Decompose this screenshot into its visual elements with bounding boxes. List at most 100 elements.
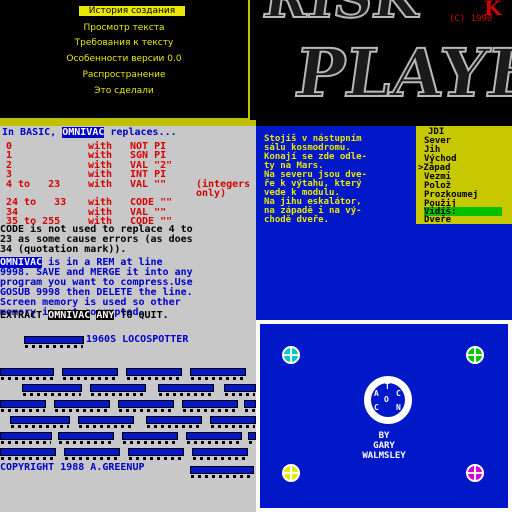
- corner-medallion-magenta-icon: [466, 464, 484, 482]
- train-car: [122, 432, 178, 444]
- train-car: [0, 448, 56, 460]
- train-car: [0, 368, 54, 380]
- train-wheels: [63, 377, 117, 380]
- train-wheels: [191, 377, 245, 380]
- train-wheels: [225, 393, 255, 396]
- train-row: [0, 448, 256, 460]
- row-with: with: [88, 178, 113, 190]
- train-wheels: [25, 345, 83, 348]
- train-wheels: [187, 441, 241, 444]
- train-wheels: [1, 441, 51, 444]
- train-wheels: [59, 441, 113, 444]
- title-card-panel: T A C O C N BY GARY WALMSLEY: [256, 320, 512, 512]
- train-car: [58, 432, 114, 444]
- emblem-letter-c: C: [396, 389, 401, 398]
- train-wheels: [211, 425, 255, 428]
- corner-medallion-yellow-icon: [282, 464, 300, 482]
- train-wheels: [159, 393, 213, 396]
- train-row: [0, 368, 256, 380]
- train-wheels: [1, 409, 45, 412]
- train-car: [190, 466, 254, 478]
- menu-item-features[interactable]: Особенности версии 0.0: [0, 54, 248, 64]
- logo-word-player: PLAYER: [290, 33, 512, 113]
- menu-item-credits[interactable]: Это сделали: [0, 86, 248, 96]
- desc-line-9: chodě dveře.: [264, 215, 330, 225]
- menu-item-history[interactable]: История создания: [79, 6, 185, 16]
- emblem-icon: T A C O C N: [364, 376, 412, 424]
- omnivac-help-panel: In BASIC, OMNIVAC replaces... 0 with NOT P…: [0, 126, 256, 320]
- code-note-line-3: 34 (quotation mark)).: [0, 244, 127, 255]
- train-car: [62, 368, 118, 380]
- train-wheels: [1, 457, 55, 460]
- omnivac-label: OMNIVAC: [62, 127, 105, 138]
- train-car: [126, 368, 182, 380]
- intro-text-a: In BASIC,: [2, 127, 63, 138]
- train-wheels: [55, 409, 109, 412]
- train-car: [128, 448, 184, 460]
- logo-word-risk: RISK: [259, 0, 426, 31]
- train-row: [0, 416, 256, 428]
- train-car: [54, 400, 110, 412]
- menu-item-distribution[interactable]: Распространение: [0, 70, 248, 80]
- author-last-name: WALMSLEY: [362, 451, 406, 461]
- train-car: [248, 432, 256, 444]
- emblem-letter-c2: C: [374, 403, 379, 412]
- emblem-letter-a: A: [374, 389, 379, 398]
- train-wheels: [11, 425, 69, 428]
- menu-item-view-text[interactable]: Просмотр текста: [0, 23, 248, 33]
- train-wheels: [193, 457, 247, 460]
- train-row: [0, 384, 256, 396]
- train-car: [64, 448, 120, 460]
- train-wheels: [191, 475, 253, 478]
- train-car: [22, 384, 82, 396]
- train-wheels: [245, 409, 255, 412]
- train-wheels: [127, 377, 181, 380]
- train-wheels: [147, 425, 201, 428]
- emblem-letter-o: O: [384, 395, 389, 404]
- train-car: [210, 416, 256, 428]
- train-wheels: [249, 441, 255, 444]
- visible-item-dvere[interactable]: Dveře: [424, 215, 451, 225]
- emblem-letter-t: T: [385, 382, 390, 391]
- train-wheels: [129, 457, 183, 460]
- row-replacement: VAL "": [130, 178, 167, 190]
- logo-copyright: (C) 1990: [449, 14, 493, 24]
- menu-item-requirements[interactable]: Требования к тексту: [0, 38, 248, 48]
- train-car: [158, 384, 214, 396]
- train-car: [186, 432, 242, 444]
- russian-menu-panel: История создания Просмотр текста Требова…: [0, 0, 256, 126]
- by-label: BY: [378, 431, 390, 441]
- train-car: [90, 384, 146, 396]
- intro-text-b: replaces...: [104, 127, 177, 138]
- train-wheels: [23, 393, 81, 396]
- train-car: [0, 400, 46, 412]
- locospotter-title: 1960S LOCOSPOTTER: [86, 334, 189, 345]
- screenshot-collage: История создания Просмотр текста Требова…: [0, 0, 512, 512]
- menu-box: История создания Просмотр текста Требова…: [0, 0, 250, 120]
- train-wheels: [183, 409, 237, 412]
- train-wheels: [119, 409, 173, 412]
- train-wheels: [123, 441, 177, 444]
- intro-line: In BASIC, OMNIVAC replaces...: [2, 127, 177, 138]
- corner-medallion-cyan-icon: [282, 346, 300, 364]
- train-car: [192, 448, 248, 460]
- train-car: [190, 368, 246, 380]
- command-menu: JDI Sever Jih Východ >Západ Vezmi Polož …: [416, 126, 512, 225]
- train-wheels: [79, 425, 133, 428]
- train-wheels: [65, 457, 119, 460]
- train-wheels: [91, 393, 145, 396]
- train-car: [244, 400, 256, 412]
- locospotter-copyright: COPYRIGHT 1988 A.GREENUP: [0, 462, 145, 473]
- train-car: [10, 416, 70, 428]
- title-card: T A C O C N BY GARY WALMSLEY: [260, 324, 508, 508]
- train-row: [0, 400, 256, 412]
- train-car: [224, 384, 256, 396]
- train-car: [24, 336, 84, 348]
- train-wheels: [1, 377, 53, 380]
- train-car: [182, 400, 238, 412]
- train-car: [78, 416, 134, 428]
- row-number-range: 4 to 23: [6, 178, 61, 190]
- row-note: only): [196, 188, 227, 199]
- corner-medallion-green-icon: [466, 346, 484, 364]
- player-logo-panel: RISK PLAYER K (C) 1990: [256, 0, 512, 126]
